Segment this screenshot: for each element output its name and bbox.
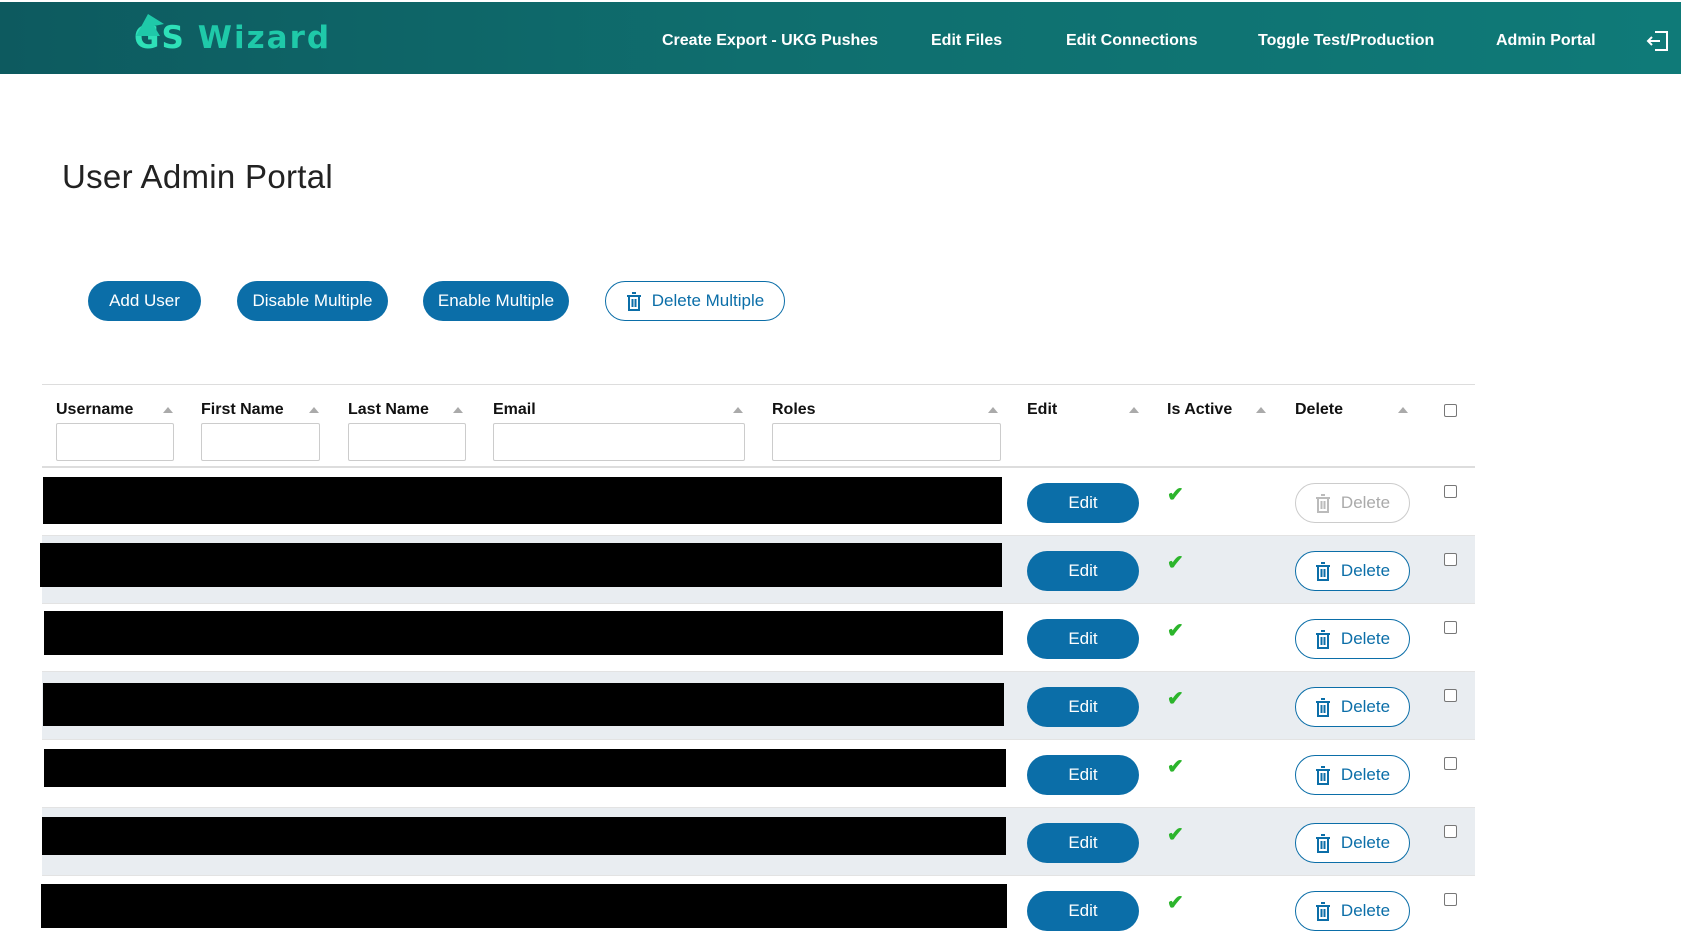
wizard-hat-icon	[136, 14, 164, 36]
delete-button[interactable]: Delete	[1295, 823, 1410, 863]
delete-multiple-label: Delete Multiple	[651, 291, 765, 310]
edit-button[interactable]: Edit	[1027, 551, 1139, 591]
table-row: Edit ✔ Delete	[41, 876, 1475, 944]
delete-button: Delete	[1295, 483, 1410, 523]
delete-multiple-button[interactable]: Delete Multiple	[605, 281, 785, 321]
col-last-name-header[interactable]: Last Name	[348, 401, 429, 419]
delete-button[interactable]: Delete	[1295, 619, 1410, 659]
col-roles-header[interactable]: Roles	[772, 401, 816, 419]
select-all-checkbox[interactable]	[1444, 404, 1457, 417]
row-checkbox[interactable]	[1444, 553, 1457, 566]
redacted-user-data	[42, 817, 1006, 855]
filter-email-input[interactable]	[493, 423, 745, 461]
delete-label: Delete	[1340, 493, 1391, 512]
filter-username-input[interactable]	[56, 423, 174, 461]
sort-username-icon[interactable]	[163, 407, 173, 413]
add-user-button[interactable]: Add User	[88, 281, 201, 321]
trash-icon	[1315, 561, 1330, 581]
col-email-header[interactable]: Email	[493, 401, 536, 419]
trash-icon	[1315, 697, 1330, 717]
redacted-user-data	[44, 749, 1006, 787]
redacted-user-data	[44, 611, 1003, 655]
edit-button[interactable]: Edit	[1027, 891, 1139, 931]
filter-roles-input[interactable]	[772, 423, 1001, 461]
delete-label: Delete	[1340, 833, 1391, 852]
edit-button[interactable]: Edit	[1027, 483, 1139, 523]
filter-first-name-input[interactable]	[201, 423, 320, 461]
redacted-user-data	[43, 543, 1002, 587]
col-delete-header[interactable]: Delete	[1295, 401, 1343, 419]
col-first-name-header[interactable]: First Name	[201, 401, 284, 419]
active-check-icon: ✔	[1167, 484, 1184, 506]
trash-icon	[1315, 493, 1330, 513]
redacted-user-data	[40, 543, 78, 587]
edit-button[interactable]: Edit	[1027, 755, 1139, 795]
delete-label: Delete	[1340, 765, 1391, 784]
active-check-icon: ✔	[1167, 892, 1184, 914]
app-logo[interactable]: GS Wizard	[134, 10, 331, 66]
row-checkbox[interactable]	[1444, 621, 1457, 634]
row-checkbox[interactable]	[1444, 893, 1457, 906]
table-row: Edit ✔ Delete	[42, 604, 1475, 672]
delete-label: Delete	[1340, 901, 1391, 920]
table-row: Edit ✔ Delete	[42, 740, 1475, 808]
delete-button[interactable]: Delete	[1295, 891, 1410, 931]
delete-label: Delete	[1340, 629, 1391, 648]
logo-wizard-text: Wizard	[197, 20, 332, 56]
sort-roles-icon[interactable]	[988, 407, 998, 413]
active-check-icon: ✔	[1167, 824, 1184, 846]
table-row: Edit ✔ Delete	[42, 672, 1475, 740]
delete-label: Delete	[1340, 697, 1391, 716]
trash-icon	[1315, 901, 1330, 921]
trash-icon	[1315, 765, 1330, 785]
nav-edit-connections[interactable]: Edit Connections	[1066, 32, 1198, 50]
redacted-user-data	[43, 477, 1002, 524]
redacted-user-data	[41, 884, 1007, 928]
nav-toggle-test-production[interactable]: Toggle Test/Production	[1258, 32, 1434, 50]
delete-button[interactable]: Delete	[1295, 755, 1410, 795]
table-row: Edit ✔ Delete	[42, 808, 1475, 876]
sort-is-active-icon[interactable]	[1256, 407, 1266, 413]
nav-create-export[interactable]: Create Export - UKG Pushes	[662, 32, 878, 50]
filter-last-name-input[interactable]	[348, 423, 466, 461]
col-is-active-header[interactable]: Is Active	[1167, 401, 1232, 419]
nav-edit-files[interactable]: Edit Files	[931, 32, 1002, 50]
delete-label: Delete	[1340, 561, 1391, 580]
sort-delete-icon[interactable]	[1398, 407, 1408, 413]
delete-button[interactable]: Delete	[1295, 551, 1410, 591]
table-row: Edit ✔ Delete	[40, 536, 1475, 604]
col-username-header[interactable]: Username	[56, 401, 133, 419]
sort-edit-icon[interactable]	[1129, 407, 1139, 413]
sort-last-name-icon[interactable]	[453, 407, 463, 413]
active-check-icon: ✔	[1167, 620, 1184, 642]
delete-button[interactable]: Delete	[1295, 687, 1410, 727]
page-title: User Admin Portal	[62, 158, 334, 195]
row-checkbox[interactable]	[1444, 485, 1457, 498]
trash-icon	[1315, 833, 1330, 853]
col-edit-header[interactable]: Edit	[1027, 401, 1057, 419]
row-checkbox[interactable]	[1444, 689, 1457, 702]
enable-multiple-button[interactable]: Enable Multiple	[423, 281, 569, 321]
table-header: Username First Name Last Name Email Role…	[42, 384, 1475, 468]
edit-button[interactable]: Edit	[1027, 823, 1139, 863]
disable-multiple-button[interactable]: Disable Multiple	[237, 281, 388, 321]
trash-icon	[1315, 629, 1330, 649]
table-row: Edit ✔ Delete	[42, 468, 1475, 536]
sort-email-icon[interactable]	[733, 407, 743, 413]
edit-button[interactable]: Edit	[1027, 687, 1139, 727]
row-checkbox[interactable]	[1444, 825, 1457, 838]
redacted-user-data	[43, 683, 1004, 726]
sort-first-name-icon[interactable]	[309, 407, 319, 413]
row-checkbox[interactable]	[1444, 757, 1457, 770]
active-check-icon: ✔	[1167, 756, 1184, 778]
logout-icon[interactable]	[1645, 28, 1671, 54]
edit-button[interactable]: Edit	[1027, 619, 1139, 659]
active-check-icon: ✔	[1167, 688, 1184, 710]
trash-icon	[626, 291, 641, 311]
top-navbar: GS Wizard Create Export - UKG Pushes Edi…	[0, 2, 1681, 74]
nav-admin-portal[interactable]: Admin Portal	[1496, 32, 1596, 50]
active-check-icon: ✔	[1167, 552, 1184, 574]
